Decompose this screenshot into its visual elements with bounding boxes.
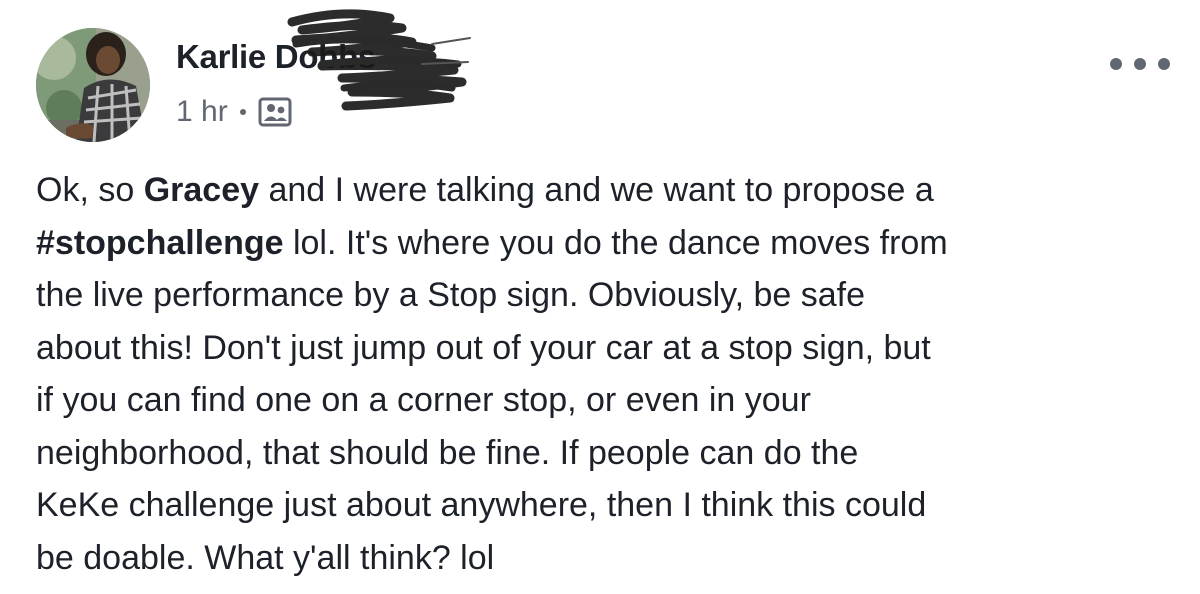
post-body-line: the live performance by a Stop sign. Obv… <box>36 276 866 314</box>
separator-dot <box>239 109 246 115</box>
post-body-line: if you can find one on a corner stop, or… <box>36 381 811 419</box>
more-options-button[interactable] <box>1110 52 1170 76</box>
post-meta: 1 hr <box>176 92 292 132</box>
post-text: lol. It's where you do the dance moves f… <box>283 223 948 262</box>
post-body-line: about this! Don't just jump out of your … <box>36 328 931 367</box>
post-body-line: KeKe challenge just about anywhere, then… <box>36 486 927 524</box>
facebook-post: Karlie Dobbs 1 hr Ok, so Gracey and I we… <box>0 0 1200 594</box>
post-body-line: neighborhood, that should be fine. If pe… <box>36 433 859 472</box>
more-options-icon-dot <box>1134 58 1146 70</box>
avatar[interactable] <box>36 28 150 142</box>
post-body-line: Ok, so Gracey and I were talking and we … <box>36 164 1176 217</box>
avatar-image <box>36 28 150 142</box>
more-options-icon-dot <box>1110 58 1122 70</box>
friends-audience-icon[interactable] <box>258 96 292 128</box>
post-body-line: be doable. What y'all think? lol <box>36 538 495 577</box>
post-body-line: #stopchallenge lol. It's where you do th… <box>36 217 1176 270</box>
author-name[interactable]: Karlie Dobbs <box>176 38 376 76</box>
tagged-person-link[interactable]: Gracey <box>144 171 259 209</box>
post-text: Ok, so <box>36 171 144 209</box>
hashtag-link[interactable]: #stopchallenge <box>36 224 284 262</box>
post-body: Ok, so Gracey and I were talking and we … <box>36 164 1176 584</box>
more-options-icon-dot <box>1158 58 1170 70</box>
post-text: and I were talking and we want to propos… <box>259 171 934 209</box>
post-timestamp[interactable]: 1 hr <box>176 95 228 129</box>
